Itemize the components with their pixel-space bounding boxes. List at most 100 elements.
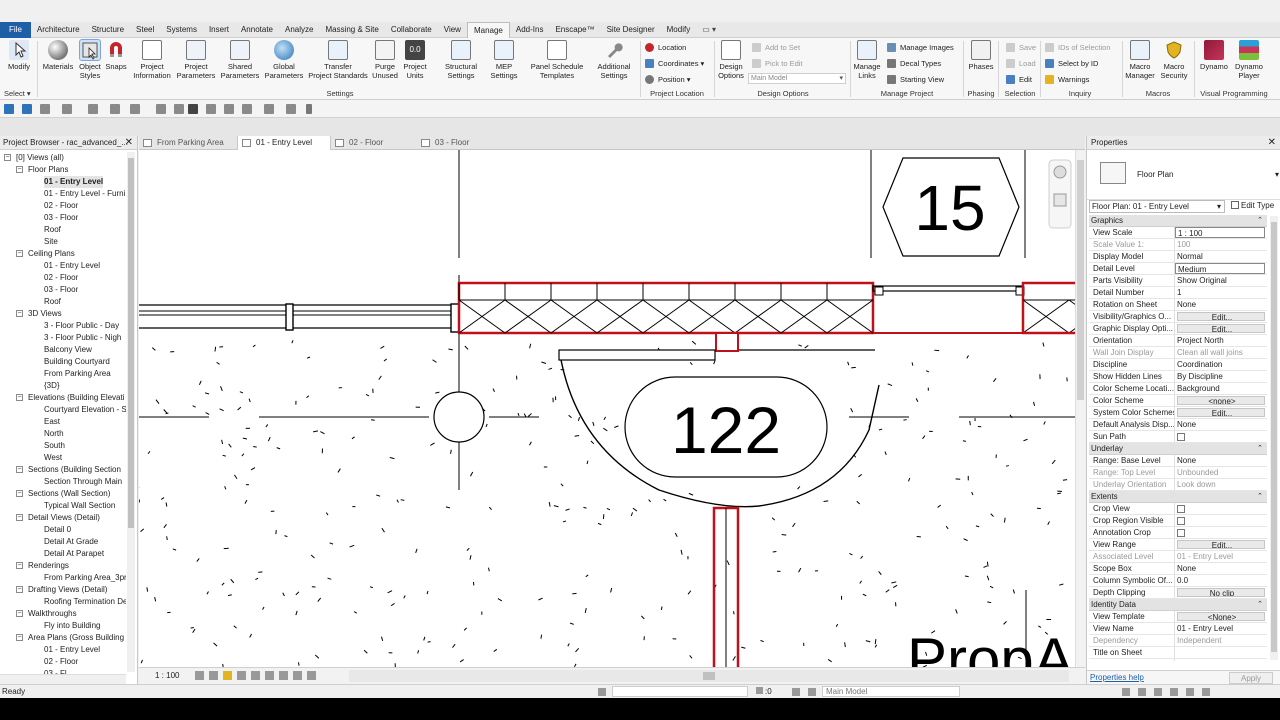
tree-item[interactable]: 03 - Floor xyxy=(44,284,78,296)
measure-icon[interactable] xyxy=(130,104,140,114)
ids-of-selection-button[interactable]: IDs of Selection xyxy=(1045,40,1111,54)
tab-02-floor[interactable]: 02 - Floor xyxy=(331,136,417,150)
tree-expander[interactable]: − xyxy=(16,466,23,473)
tab-03-floor[interactable]: 03 - Floor xyxy=(417,136,503,150)
manage-images-button[interactable]: Manage Images xyxy=(887,40,954,54)
macro-manager-button[interactable]: Macro Manager xyxy=(1124,38,1156,88)
property-value[interactable]: 1 xyxy=(1175,287,1267,298)
close-windows-icon[interactable] xyxy=(264,104,274,114)
tab-01-entry-level[interactable]: 01 - Entry Level xyxy=(237,136,331,151)
property-group-header[interactable]: Graphics ⌃ xyxy=(1089,215,1267,227)
tree-expander[interactable]: − xyxy=(16,634,23,641)
view-scale[interactable]: 1 : 100 xyxy=(155,671,179,680)
tree-item[interactable]: North xyxy=(44,428,64,440)
tree-category[interactable]: 3D Views xyxy=(28,308,62,320)
property-edit-button[interactable]: No clip xyxy=(1177,588,1265,597)
dynamo-player-button[interactable]: Dynamo Player xyxy=(1232,38,1266,88)
tab-modify[interactable]: Modify xyxy=(661,22,697,38)
tree-category[interactable]: Floor Plans xyxy=(28,164,68,176)
tree-expander[interactable]: − xyxy=(16,490,23,497)
property-edit-button[interactable]: Edit... xyxy=(1177,408,1265,417)
active-design-option-field[interactable]: Main Model xyxy=(822,686,960,697)
worksets-icon[interactable] xyxy=(598,688,606,696)
worksharing-icon[interactable] xyxy=(307,671,316,680)
filter-icon[interactable] xyxy=(1202,688,1210,696)
mep-settings-button[interactable]: MEP Settings xyxy=(484,38,524,88)
property-value[interactable]: 1 : 100 xyxy=(1175,227,1265,238)
ribbon-options-icon[interactable]: ▭ ▾ xyxy=(696,22,722,38)
sun-path-icon[interactable] xyxy=(223,671,232,680)
tab-analyze[interactable]: Analyze xyxy=(279,22,319,38)
switch-windows-icon[interactable] xyxy=(286,104,296,114)
property-checkbox[interactable] xyxy=(1177,433,1185,441)
panel-schedule-templates-button[interactable]: Panel Schedule Templates xyxy=(526,38,588,88)
print-icon[interactable] xyxy=(110,104,120,114)
tree-item[interactable]: Detail At Grade xyxy=(44,536,98,548)
tree-item[interactable]: 03 - Floor xyxy=(44,212,78,224)
property-checkbox-cell[interactable] xyxy=(1175,503,1267,514)
3d-view-icon[interactable] xyxy=(206,104,216,114)
snaps-button[interactable]: Snaps xyxy=(104,38,128,88)
property-value[interactable]: Project North xyxy=(1175,335,1267,346)
tree-item[interactable]: Section Through Main xyxy=(44,476,122,488)
project-information-button[interactable]: Project Information xyxy=(130,38,174,88)
collapse-icon[interactable]: ⌃ xyxy=(1257,599,1263,611)
tree-category[interactable]: Sections (Wall Section) xyxy=(28,488,110,500)
tree-item[interactable]: 01 - Entry Level xyxy=(44,260,100,272)
select-pinned-icon[interactable] xyxy=(1154,688,1162,696)
tree-item[interactable]: 01 - Entry Level xyxy=(44,644,100,656)
tree-category[interactable]: Area Plans (Gross Building xyxy=(28,632,124,644)
property-value[interactable]: Normal xyxy=(1175,251,1267,262)
property-edit-button[interactable]: Edit... xyxy=(1177,540,1265,549)
tree-category[interactable]: Renderings xyxy=(28,560,69,572)
tree-item[interactable]: West xyxy=(44,452,62,464)
tree-item[interactable]: East xyxy=(44,416,60,428)
materials-button[interactable]: Materials xyxy=(40,38,76,88)
edit-type-button[interactable]: Edit Type xyxy=(1231,201,1274,210)
visual-style-icon[interactable] xyxy=(209,671,218,680)
tree-item[interactable]: Roofing Termination De xyxy=(44,596,126,608)
tab-systems[interactable]: Systems xyxy=(160,22,203,38)
transfer-project-standards-button[interactable]: Transfer Project Standards xyxy=(306,38,370,88)
tree-expander[interactable]: − xyxy=(16,166,23,173)
save-selection-button[interactable]: Save xyxy=(1006,40,1036,54)
object-styles-button[interactable]: Object Styles xyxy=(76,38,104,88)
workset-field[interactable] xyxy=(612,686,748,697)
text-icon[interactable] xyxy=(188,104,198,114)
dimension-icon[interactable] xyxy=(156,104,166,114)
canvas-hscrollbar[interactable] xyxy=(349,670,1069,682)
tree-category[interactable]: Walkthroughs xyxy=(28,608,77,620)
close-icon[interactable]: ✕ xyxy=(1268,136,1276,150)
pick-to-edit-button[interactable]: Pick to Edit xyxy=(752,56,803,70)
property-value[interactable]: Background xyxy=(1175,383,1267,394)
selected-wall[interactable] xyxy=(457,281,875,335)
browser-scrollbar[interactable] xyxy=(127,152,135,672)
reveal-hidden-icon[interactable] xyxy=(293,671,302,680)
property-checkbox[interactable] xyxy=(1177,517,1185,525)
crop-view-icon[interactable] xyxy=(251,671,260,680)
tree-item[interactable]: 3 - Floor Public - Day xyxy=(44,320,119,332)
redo-icon[interactable] xyxy=(88,104,98,114)
tree-item[interactable]: Balcony View xyxy=(44,344,92,356)
tree-item[interactable]: {3D} xyxy=(44,380,60,392)
tab-manage[interactable]: Manage xyxy=(466,21,510,38)
type-selector[interactable]: Floor Plan ▾ xyxy=(1087,150,1280,200)
tree-item[interactable]: From Parking Area xyxy=(44,368,111,380)
global-parameters-button[interactable]: Global Parameters xyxy=(262,38,306,88)
property-value[interactable] xyxy=(1175,647,1267,658)
section-icon[interactable] xyxy=(224,104,234,114)
tree-item[interactable]: 02 - Floor xyxy=(44,656,78,668)
canvas-scrollbar[interactable] xyxy=(1075,150,1085,667)
property-value[interactable]: 01 - Entry Level xyxy=(1175,623,1267,634)
properties-help-link[interactable]: Properties help xyxy=(1090,673,1144,682)
browser-hscrollbar[interactable] xyxy=(0,674,126,684)
starting-view-button[interactable]: Starting View xyxy=(887,72,944,86)
select-by-face-icon[interactable] xyxy=(1170,688,1178,696)
zoom-icon[interactable] xyxy=(1053,193,1067,207)
select-by-id-button[interactable]: Select by ID xyxy=(1045,56,1098,70)
manage-links-button[interactable]: Manage Links xyxy=(852,38,882,88)
tab-structure[interactable]: Structure xyxy=(86,22,130,38)
tree-item[interactable]: Detail 0 xyxy=(44,524,71,536)
properties-scrollbar[interactable] xyxy=(1270,216,1278,660)
tab-steel[interactable]: Steel xyxy=(130,22,160,38)
